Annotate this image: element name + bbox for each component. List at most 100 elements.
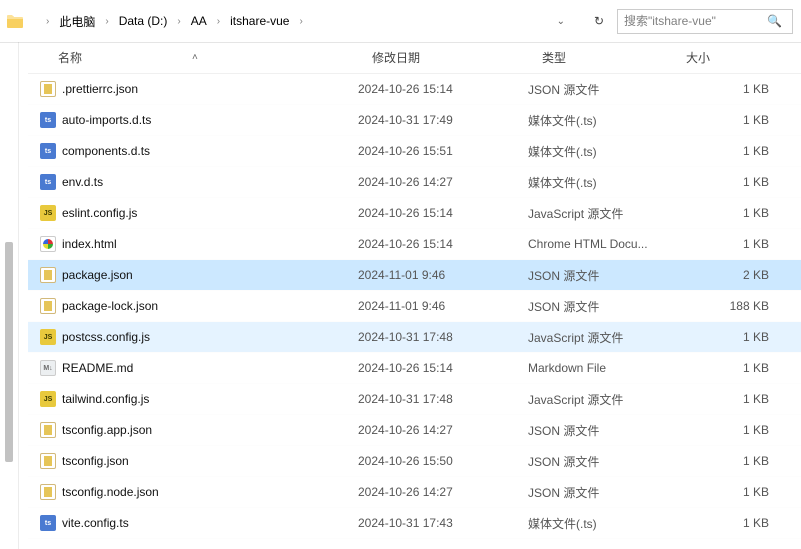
- file-name-cell[interactable]: env.d.ts: [28, 174, 358, 190]
- file-modified: 2024-10-31 17:48: [358, 330, 528, 344]
- breadcrumb[interactable]: › 此电脑 › Data (D:) › AA › itshare-vue ›: [24, 11, 457, 32]
- file-name: tsconfig.app.json: [62, 423, 152, 437]
- json-file-icon: [40, 298, 56, 314]
- file-type: JavaScript 源文件: [528, 205, 672, 222]
- nav-scrollbar[interactable]: [2, 42, 16, 543]
- file-row[interactable]: package.json2024-11-01 9:46JSON 源文件2 KB: [28, 260, 801, 291]
- js-file-icon: [40, 205, 56, 221]
- sort-ascending-icon: ˄: [192, 52, 198, 63]
- file-name-cell[interactable]: auto-imports.d.ts: [28, 112, 358, 128]
- file-modified: 2024-10-26 14:27: [358, 423, 528, 437]
- file-size: 2 KB: [672, 268, 801, 282]
- chevron-right-icon[interactable]: ›: [297, 16, 304, 27]
- search-icon[interactable]: 🔍: [767, 10, 786, 33]
- refresh-button[interactable]: ↻: [589, 14, 617, 28]
- ts-file-icon: [40, 143, 56, 159]
- file-name-cell[interactable]: package-lock.json: [28, 298, 358, 314]
- search-input[interactable]: 搜索"itshare-vue" 🔍: [617, 9, 793, 34]
- file-row[interactable]: eslint.config.js2024-10-26 15:14JavaScri…: [28, 198, 801, 229]
- file-name: index.html: [62, 237, 117, 251]
- file-name: .prettierrc.json: [62, 82, 138, 96]
- file-size: 1 KB: [672, 485, 801, 499]
- file-rows: .prettierrc.json 2024-10-26 15:14 JSON 源文件…: [28, 74, 801, 539]
- md-file-icon: [40, 360, 56, 376]
- file-row[interactable]: tsconfig.json2024-10-26 15:50JSON 源文件1 K…: [28, 446, 801, 477]
- file-name-cell[interactable]: tsconfig.node.json: [28, 484, 358, 500]
- search-placeholder: 搜索"itshare-vue": [624, 10, 716, 33]
- file-modified: 2024-10-26 15:51: [358, 144, 528, 158]
- chevron-right-icon[interactable]: ›: [175, 16, 182, 27]
- file-size: 188 KB: [672, 299, 801, 313]
- file-name-cell[interactable]: README.md: [28, 360, 358, 376]
- file-row[interactable]: tsconfig.app.json2024-10-26 14:27JSON 源文…: [28, 415, 801, 446]
- file-name-cell[interactable]: tailwind.config.js: [28, 391, 358, 407]
- header-size[interactable]: 大小: [686, 49, 801, 66]
- file-size: 1 KB: [672, 516, 801, 530]
- breadcrumb-item[interactable]: Data (D:): [115, 12, 172, 30]
- breadcrumb-item[interactable]: AA: [187, 12, 211, 30]
- file-row[interactable]: tailwind.config.js2024-10-31 17:48JavaSc…: [28, 384, 801, 415]
- file-modified: 2024-10-26 15:14: [358, 361, 528, 375]
- chevron-right-icon[interactable]: ›: [103, 16, 110, 27]
- file-row[interactable]: index.html2024-10-26 15:14Chrome HTML Do…: [28, 229, 801, 260]
- header-name[interactable]: 名称 ˄: [42, 49, 372, 66]
- file-name-cell[interactable]: package.json: [28, 267, 358, 283]
- breadcrumb-item[interactable]: itshare-vue: [226, 12, 293, 30]
- file-size: 1 KB: [672, 206, 801, 220]
- chevron-right-icon[interactable]: ›: [215, 16, 222, 27]
- file-name-cell[interactable]: postcss.config.js: [28, 329, 358, 345]
- scrollbar-thumb[interactable]: [5, 242, 13, 462]
- file-name-cell[interactable]: eslint.config.js: [28, 205, 358, 221]
- pane-splitter[interactable]: [18, 42, 19, 549]
- file-name-cell[interactable]: index.html: [28, 236, 358, 252]
- file-row[interactable]: README.md2024-10-26 15:14Markdown File1 …: [28, 353, 801, 384]
- file-name-cell[interactable]: .prettierrc.json: [28, 81, 358, 97]
- file-row[interactable]: tsconfig.node.json2024-10-26 14:27JSON 源…: [28, 477, 801, 508]
- file-type: JSON 源文件: [528, 453, 672, 470]
- file-type: 媒体文件(.ts): [528, 515, 672, 532]
- header-modified[interactable]: 修改日期: [372, 49, 542, 66]
- header-modified-label: 修改日期: [372, 49, 420, 66]
- file-name-cell[interactable]: tsconfig.app.json: [28, 422, 358, 438]
- file-name: components.d.ts: [62, 144, 150, 158]
- file-type: Chrome HTML Docu...: [528, 237, 672, 251]
- file-row[interactable]: .prettierrc.json2024-10-26 15:14JSON 源文件…: [28, 74, 801, 105]
- file-name-cell[interactable]: tsconfig.json: [28, 453, 358, 469]
- file-row[interactable]: env.d.ts2024-10-26 14:27媒体文件(.ts)1 KB: [28, 167, 801, 198]
- file-modified: 2024-10-31 17:43: [358, 516, 528, 530]
- breadcrumb-item[interactable]: 此电脑: [55, 11, 99, 32]
- file-list-pane: 名称 ˄ 修改日期 类型 大小 .prettierrc.json 2024-10-…: [28, 42, 801, 549]
- file-size: 1 KB: [672, 144, 801, 158]
- file-type: Markdown File: [528, 361, 672, 375]
- header-type[interactable]: 类型: [542, 49, 686, 66]
- file-row[interactable]: package-lock.json2024-11-01 9:46JSON 源文件…: [28, 291, 801, 322]
- history-dropdown[interactable]: ⌄: [557, 16, 589, 27]
- js-file-icon: [40, 329, 56, 345]
- file-name: tsconfig.json: [62, 454, 129, 468]
- file-modified: 2024-11-01 9:46: [358, 268, 528, 282]
- file-name-cell[interactable]: components.d.ts: [28, 143, 358, 159]
- header-size-label: 大小: [686, 49, 710, 66]
- file-modified: 2024-10-31 17:49: [358, 113, 528, 127]
- file-row[interactable]: postcss.config.js2024-10-31 17:48JavaScr…: [28, 322, 801, 353]
- file-name-cell[interactable]: vite.config.ts: [28, 515, 358, 531]
- file-row[interactable]: vite.config.ts2024-10-31 17:43媒体文件(.ts)1…: [28, 508, 801, 539]
- file-size: 1 KB: [672, 330, 801, 344]
- header-name-label: 名称: [58, 49, 82, 66]
- file-name: tailwind.config.js: [62, 392, 149, 406]
- file-type: JavaScript 源文件: [528, 391, 672, 408]
- file-modified: 2024-10-26 14:27: [358, 485, 528, 499]
- file-type: 媒体文件(.ts): [528, 143, 672, 160]
- file-row[interactable]: components.d.ts 2024-10-26 15:51媒体文件(.ts)…: [28, 136, 801, 167]
- file-size: 1 KB: [672, 361, 801, 375]
- file-row[interactable]: auto-imports.d.ts2024-10-31 17:49媒体文件(.t…: [28, 105, 801, 136]
- json-file-icon: [40, 453, 56, 469]
- chevron-right-icon[interactable]: ›: [44, 16, 51, 27]
- file-type: JSON 源文件: [528, 267, 672, 284]
- file-size: 1 KB: [672, 175, 801, 189]
- json-file-icon: [40, 422, 56, 438]
- file-type: JavaScript 源文件: [528, 329, 672, 346]
- header-type-label: 类型: [542, 49, 566, 66]
- json-file-icon: [40, 484, 56, 500]
- file-size: 1 KB: [672, 423, 801, 437]
